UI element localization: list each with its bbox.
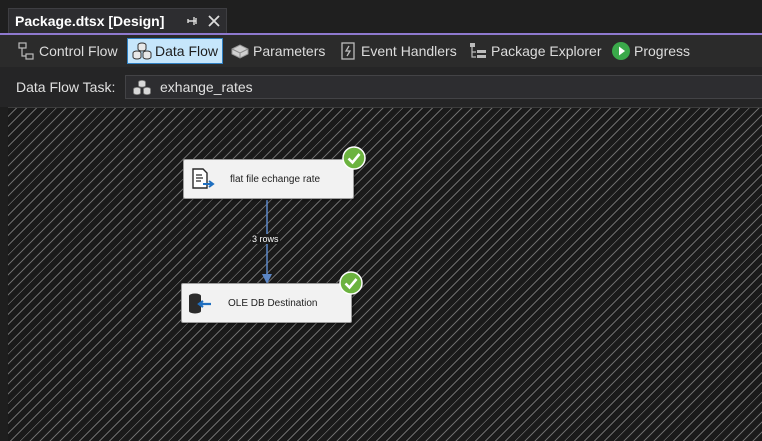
flat-file-source-icon [192, 168, 215, 189]
data-flow-task-bar: Data Flow Task: exhange_rates [0, 67, 762, 107]
component-label: OLE DB Destination [228, 298, 318, 309]
data-flow-task-value: exhange_rates [160, 79, 253, 95]
tab-parameters[interactable]: Parameters [230, 38, 325, 64]
data-flow-task-label: Data Flow Task: [16, 79, 116, 95]
path-row-count: 3 rows [251, 234, 280, 244]
tab-label: Progress [634, 43, 691, 59]
check-icon [339, 271, 363, 295]
tab-control-flow[interactable]: Control Flow [16, 38, 118, 64]
tab-progress[interactable]: Progress [611, 38, 690, 64]
tab-label: Package Explorer [491, 43, 602, 59]
check-icon [342, 146, 366, 170]
tab-package-explorer[interactable]: Package Explorer [468, 38, 602, 64]
ole-db-destination-component[interactable]: OLE DB Destination [181, 283, 352, 323]
design-canvas[interactable]: 3 rows flat file echange rate OLE DB Des… [8, 108, 762, 441]
progress-icon [612, 42, 630, 60]
tab-label: Control Flow [39, 43, 118, 59]
tab-label: Parameters [253, 43, 326, 59]
control-flow-icon [18, 42, 34, 60]
document-tab[interactable]: Package.dtsx [Design] [8, 8, 227, 34]
data-flow-icon [132, 42, 152, 60]
parameters-icon [231, 44, 249, 59]
tab-label: Data Flow [155, 43, 219, 59]
ole-db-destination-icon [189, 293, 211, 314]
package-explorer-icon [470, 43, 486, 58]
data-path-connector[interactable] [8, 108, 762, 441]
tab-label: Event Handlers [361, 43, 457, 59]
close-icon[interactable] [207, 13, 221, 29]
data-flow-task-select[interactable]: exhange_rates [125, 75, 762, 99]
pin-icon[interactable] [185, 13, 199, 29]
tab-event-handlers[interactable]: Event Handlers [338, 38, 457, 64]
data-flow-task-icon [133, 79, 151, 95]
component-label: flat file echange rate [230, 174, 321, 185]
flat-file-source-component[interactable]: flat file echange rate [183, 159, 354, 199]
document-tab-strip: Package.dtsx [Design] [0, 0, 762, 35]
document-tab-title: Package.dtsx [Design] [15, 13, 165, 29]
event-handlers-icon [341, 42, 355, 60]
tab-data-flow[interactable]: Data Flow [127, 38, 224, 64]
designer-tabs: Control Flow Data Flow Parameters Event … [0, 35, 762, 67]
